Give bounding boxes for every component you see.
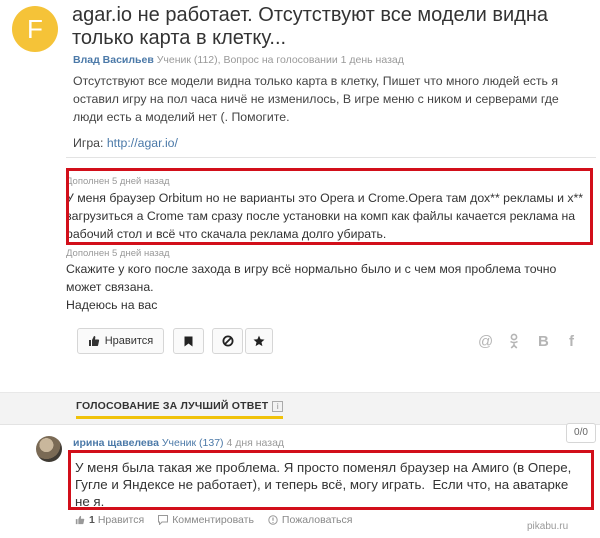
- share-vk-icon[interactable]: B: [538, 333, 549, 350]
- highlight-box: [68, 450, 594, 510]
- answer-like-button[interactable]: 1 Нравится: [75, 514, 144, 526]
- divider: [0, 424, 600, 425]
- watermark: pikabu.ru: [527, 521, 569, 532]
- highlight-box: [66, 168, 593, 245]
- answer-author-link[interactable]: ирина щавелева: [73, 437, 159, 449]
- question-title: agar.io не работает. Отсутствуют все мод…: [72, 4, 549, 49]
- vote-score: 0/0: [566, 423, 596, 443]
- block-button[interactable]: [212, 328, 243, 354]
- thumbs-up-icon: [88, 336, 99, 346]
- addition-2: Дополнен 5 дней назад Скажите у кого пос…: [66, 248, 588, 314]
- addition-text: Скажите у кого после захода в игру всё н…: [66, 260, 588, 314]
- question-meta: Влад Васильев Ученик (112), Вопрос на го…: [73, 54, 404, 66]
- question-body: Отсутствуют все модели видна только карт…: [73, 74, 559, 124]
- answer-like-label: Нравится: [97, 514, 145, 526]
- odnoklassniki-icon: [510, 333, 518, 349]
- share-fb-icon[interactable]: f: [569, 333, 574, 350]
- author-link[interactable]: Влад Васильев: [73, 54, 154, 66]
- block-icon: [222, 335, 233, 347]
- star-button[interactable]: [245, 328, 273, 354]
- thumbs-up-icon: [75, 515, 85, 525]
- answer-level-count: (137): [199, 437, 224, 449]
- bookmark-icon: [184, 336, 193, 346]
- like-label: Нравится: [104, 335, 154, 347]
- warning-icon: [268, 515, 278, 525]
- author-avatar[interactable]: F: [12, 6, 58, 52]
- game-link[interactable]: http://agar.io/: [107, 136, 178, 150]
- star-icon: [253, 335, 265, 347]
- vote-tab[interactable]: ГОЛОСОВАНИЕ ЗА ЛУЧШИЙ ОТВЕТ i: [76, 400, 284, 419]
- share-mail-icon[interactable]: @: [478, 333, 493, 350]
- like-count: 1: [89, 514, 95, 526]
- report-label: Пожаловаться: [281, 514, 353, 526]
- comment-icon: [158, 515, 169, 525]
- answer-level: Ученик: [161, 437, 197, 449]
- link-label: Игра:: [73, 136, 104, 150]
- answer-avatar[interactable]: [36, 436, 62, 462]
- report-button[interactable]: Пожаловаться: [268, 514, 353, 526]
- vote-heading: ГОЛОСОВАНИЕ ЗА ЛУЧШИЙ ОТВЕТ: [76, 400, 269, 412]
- like-button[interactable]: Нравится: [77, 328, 164, 354]
- question-meta-text: Ученик (112), Вопрос на голосовании 1 де…: [156, 54, 404, 66]
- addition-label: Дополнен 5 дней назад: [66, 248, 170, 259]
- addition-text-line: Скажите у кого после захода в игру всё н…: [66, 262, 557, 294]
- share-ok-icon[interactable]: [509, 333, 519, 353]
- bookmark-button[interactable]: [173, 328, 204, 354]
- addition-text-line: Надеюсь на вас: [66, 298, 158, 312]
- question-link-line: Игра: http://agar.io/: [73, 136, 178, 150]
- info-icon[interactable]: i: [272, 401, 284, 412]
- answer-time: 4 дня назад: [226, 437, 285, 449]
- comment-button[interactable]: Комментировать: [158, 514, 254, 526]
- answer-meta: ирина щавелева Ученик (137) 4 дня назад: [73, 437, 284, 449]
- comment-label: Комментировать: [172, 514, 254, 526]
- answer-actions: 1 Нравится Комментировать Пожаловаться: [75, 514, 366, 526]
- divider: [66, 157, 596, 158]
